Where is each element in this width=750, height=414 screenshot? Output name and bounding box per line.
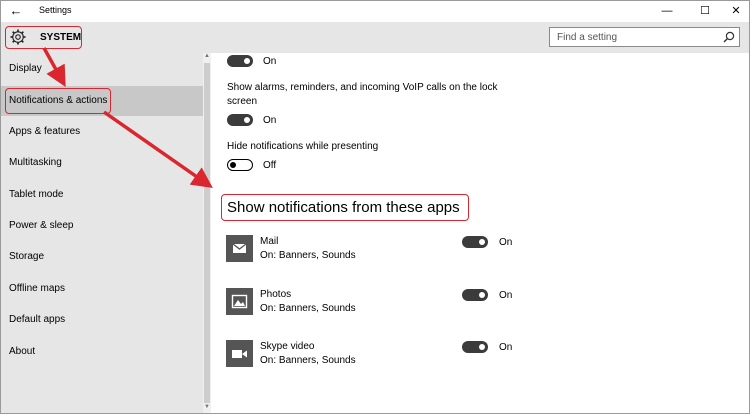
video-camera-icon [226, 340, 253, 367]
top-toggle-state: On [263, 56, 277, 67]
lock-screen-toggle-state: On [263, 115, 277, 126]
section-title: SYSTEM [40, 32, 82, 43]
lock-screen-label-cont: screen [227, 96, 258, 107]
maximize-button[interactable]: ☐ [695, 3, 715, 19]
hide-presenting-toggle-state: Off [263, 160, 277, 171]
apps-heading: Show notifications from these apps [227, 199, 460, 216]
hide-presenting-toggle[interactable] [227, 159, 253, 171]
photos-toggle-state: On [499, 290, 513, 301]
skype-video-toggle-state: On [499, 342, 513, 353]
sidebar-item-about[interactable]: About [1, 337, 203, 367]
gear-icon [10, 29, 26, 45]
sidebar-item-apps-features[interactable]: Apps & features [1, 117, 203, 147]
sidebar-item-tablet-mode[interactable]: Tablet mode [1, 180, 203, 210]
mail-icon [226, 235, 253, 262]
sidebar-item-storage[interactable]: Storage [1, 242, 203, 272]
close-button[interactable]: ✕ [726, 3, 746, 19]
app-detail-photos: On: Banners, Sounds [260, 303, 356, 314]
sidebar-item-power-sleep[interactable]: Power & sleep [1, 211, 203, 241]
skype-video-toggle[interactable] [462, 341, 488, 353]
minimize-button[interactable]: — [657, 3, 677, 19]
mail-toggle-state: On [499, 237, 513, 248]
scroll-up-icon[interactable]: ▲ [203, 53, 211, 59]
scrollbar-thumb[interactable] [204, 63, 210, 403]
header-band: SYSTEM [1, 22, 749, 53]
back-arrow-icon[interactable]: ← [7, 3, 25, 19]
sidebar-item-offline-maps[interactable]: Offline maps [1, 274, 203, 304]
search-icon[interactable] [723, 31, 735, 43]
settings-window: ← Settings — ☐ ✕ SYSTEM Display [0, 0, 750, 414]
window-title: Settings [39, 5, 72, 15]
top-toggle[interactable] [227, 55, 253, 67]
scroll-down-icon[interactable]: ▼ [203, 404, 211, 410]
hide-presenting-label: Hide notifications while presenting [227, 141, 379, 152]
sidebar-item-multitasking[interactable]: Multitasking [1, 148, 203, 178]
app-name-photos: Photos [260, 289, 292, 300]
search-input[interactable] [550, 28, 722, 46]
sidebar-item-display[interactable]: Display [1, 54, 203, 84]
sidebar-scrollbar[interactable]: ▲ ▼ [203, 53, 211, 413]
photos-toggle[interactable] [462, 289, 488, 301]
app-name-skype-video: Skype video [260, 341, 315, 352]
mail-toggle[interactable] [462, 236, 488, 248]
sidebar-item-notifications[interactable]: Notifications & actions [1, 86, 203, 116]
photos-icon [226, 288, 253, 315]
title-bar: ← Settings — ☐ ✕ [1, 1, 749, 22]
app-detail-skype-video: On: Banners, Sounds [260, 355, 356, 366]
sidebar-item-default-apps[interactable]: Default apps [1, 305, 203, 335]
app-detail-mail: On: Banners, Sounds [260, 250, 356, 261]
search-box[interactable] [549, 27, 740, 47]
lock-screen-label: Show alarms, reminders, and incoming VoI… [227, 82, 498, 93]
sidebar: Display Notifications & actions Apps & f… [1, 53, 203, 413]
app-name-mail: Mail [260, 236, 279, 247]
lock-screen-toggle[interactable] [227, 114, 253, 126]
apps-heading-annotation-box: Show notifications from these apps [221, 194, 469, 221]
